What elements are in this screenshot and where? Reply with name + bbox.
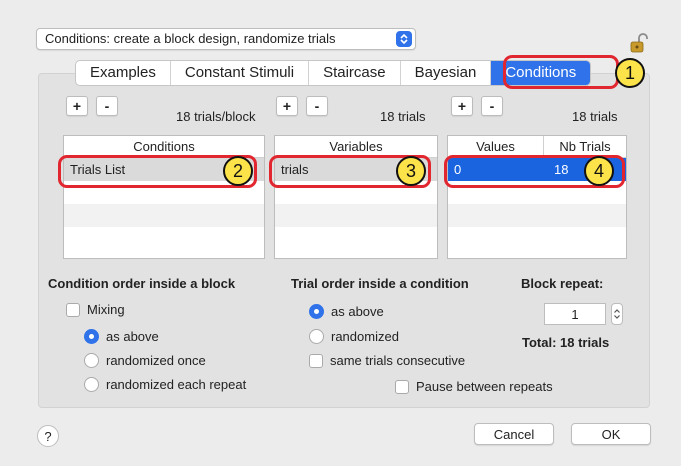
callout-badge-4: 4 (584, 156, 614, 186)
variables-list[interactable]: Variables trials (274, 135, 438, 259)
randomized-each-option[interactable]: randomized each repeat (84, 377, 246, 392)
same-consecutive-option[interactable]: same trials consecutive (309, 353, 465, 368)
tab-examples[interactable]: Examples (76, 61, 171, 85)
variables-count: 18 trials (380, 109, 426, 124)
nb-trials-cell: 18 (554, 162, 569, 177)
pause-label: Pause between repeats (416, 379, 553, 394)
tab-conditions[interactable]: Conditions (491, 61, 591, 85)
conditions-header: Conditions (133, 139, 195, 154)
values-count: 18 trials (572, 109, 618, 124)
condition-as-above-label: as above (106, 329, 159, 344)
remove-variable-button[interactable]: - (306, 96, 328, 116)
empty-row (448, 204, 626, 227)
remove-condition-button[interactable]: - (96, 96, 118, 116)
design-type-select[interactable]: Conditions: create a block design, rando… (36, 28, 416, 50)
callout-badge-1: 1 (615, 58, 645, 88)
callout-badge-3: 3 (396, 156, 426, 186)
select-stepper-icon (396, 31, 412, 47)
callout-badge-2: 2 (223, 156, 253, 186)
add-condition-button[interactable]: + (66, 96, 88, 116)
empty-row (275, 227, 437, 250)
add-variable-button[interactable]: + (276, 96, 298, 116)
empty-row (448, 227, 626, 250)
mixing-checkbox[interactable] (66, 302, 80, 317)
variables-header: Variables (329, 139, 383, 154)
conditions-list[interactable]: Conditions Trials List (63, 135, 265, 259)
empty-row (64, 227, 264, 250)
randomized-each-radio[interactable] (84, 377, 99, 392)
same-consecutive-label: same trials consecutive (330, 353, 466, 368)
trial-as-above-option[interactable]: as above (309, 304, 384, 319)
stepper-arrows-icon (614, 309, 620, 319)
ok-button[interactable]: OK (571, 423, 651, 445)
trial-randomized-label: randomized (331, 329, 399, 344)
same-consecutive-checkbox[interactable] (309, 353, 323, 368)
tab-staircase[interactable]: Staircase (309, 61, 401, 85)
trial-as-above-label: as above (331, 304, 384, 319)
tab-bayesian[interactable]: Bayesian (401, 61, 492, 85)
conditions-count: 18 trials/block (176, 109, 256, 124)
values-header: Values (448, 136, 544, 157)
block-repeat-stepper[interactable] (611, 303, 623, 325)
condition-as-above-radio[interactable] (84, 329, 99, 344)
empty-row (64, 204, 264, 227)
trial-order-title: Trial order inside a condition (291, 276, 469, 291)
remove-value-button[interactable]: - (481, 96, 503, 116)
block-repeat-title: Block repeat: (521, 276, 604, 291)
trial-randomized-radio[interactable] (309, 329, 324, 344)
tab-bar: Examples Constant Stimuli Staircase Baye… (75, 60, 592, 86)
nb-trials-header: Nb Trials (559, 139, 611, 154)
pause-checkbox[interactable] (395, 379, 409, 394)
values-list[interactable]: Values Nb Trials 0 18 (447, 135, 627, 259)
empty-row (275, 204, 437, 227)
value-cell: 0 (454, 162, 462, 177)
cancel-button[interactable]: Cancel (474, 423, 554, 445)
help-button[interactable]: ? (37, 425, 59, 447)
block-repeat-input[interactable]: 1 (544, 303, 606, 325)
randomized-once-label: randomized once (106, 353, 206, 368)
design-type-value: Conditions: create a block design, rando… (45, 31, 336, 46)
trial-as-above-radio[interactable] (309, 304, 324, 319)
total-trials: Total: 18 trials (522, 335, 610, 350)
condition-order-title: Condition order inside a block (48, 276, 236, 291)
randomized-once-radio[interactable] (84, 353, 99, 368)
randomized-once-option[interactable]: randomized once (84, 353, 206, 368)
trial-randomized-option[interactable]: randomized (309, 329, 399, 344)
pause-option[interactable]: Pause between repeats (395, 379, 553, 394)
mixing-label: Mixing (87, 302, 125, 317)
mixing-option[interactable]: Mixing (66, 302, 125, 317)
lock-icon[interactable] (628, 32, 650, 54)
condition-as-above-option[interactable]: as above (84, 329, 159, 344)
tab-constant-stimuli[interactable]: Constant Stimuli (171, 61, 310, 85)
add-value-button[interactable]: + (451, 96, 473, 116)
randomized-each-label: randomized each repeat (106, 377, 247, 392)
